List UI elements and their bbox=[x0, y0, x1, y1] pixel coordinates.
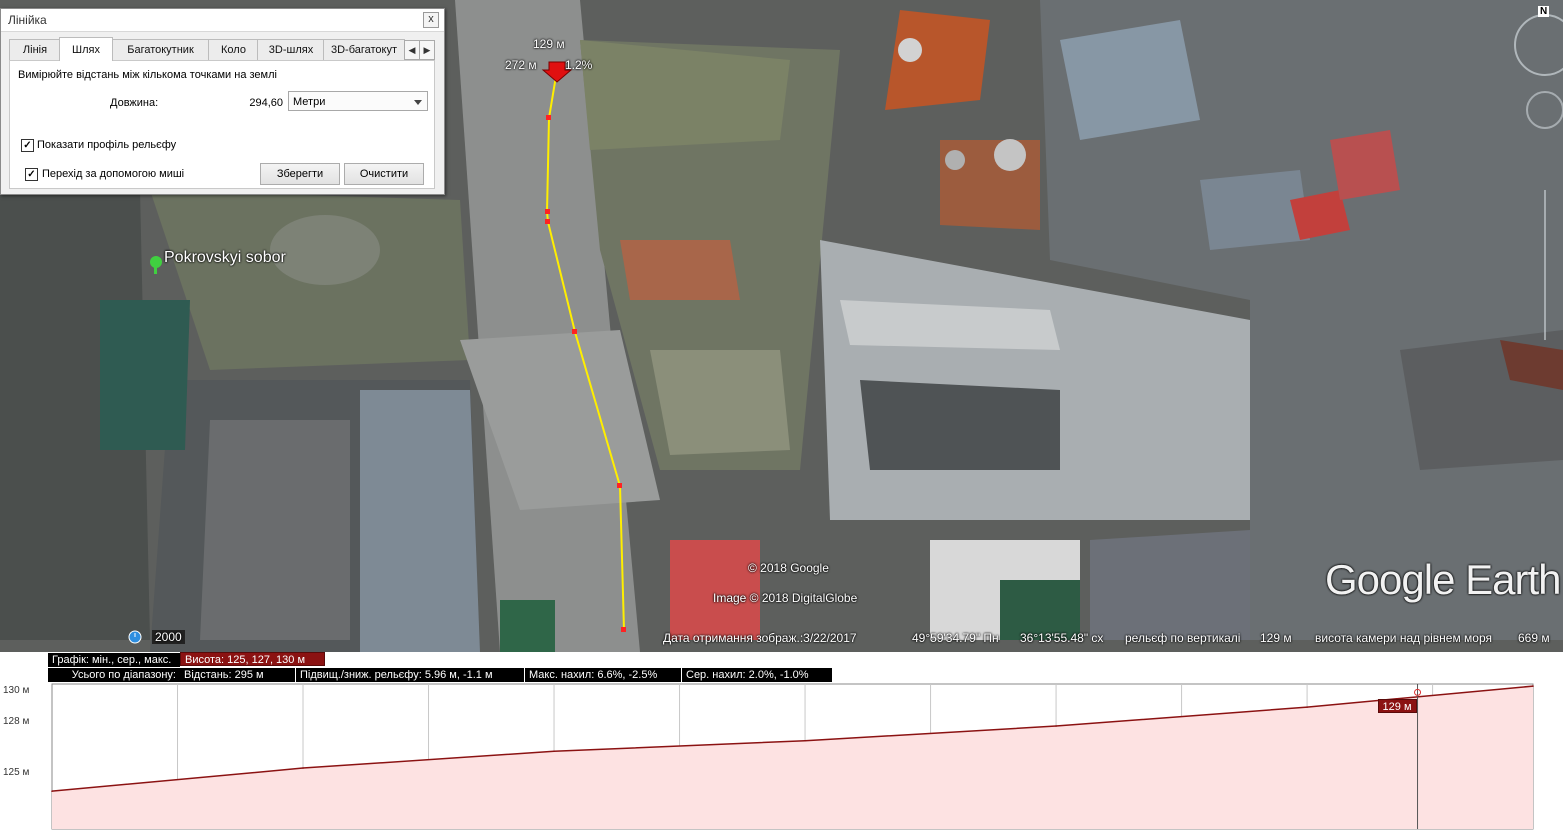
elevation-point bbox=[804, 739, 806, 742]
elevation-value: 129 м bbox=[1260, 631, 1292, 645]
unit-select-value: Метри bbox=[293, 96, 326, 108]
compass-north-icon[interactable]: N bbox=[1538, 6, 1550, 17]
elevation-point bbox=[1306, 706, 1308, 708]
latitude: 49°59'34.79" Пн bbox=[912, 631, 999, 645]
tab-scroll-right-icon[interactable]: ▶ bbox=[419, 40, 435, 60]
elevation-profile-chart[interactable] bbox=[0, 652, 1563, 833]
unit-select[interactable]: Метри bbox=[288, 91, 428, 111]
elevation-point bbox=[51, 790, 53, 792]
copyright-imagery: Image © 2018 DigitalGlobe bbox=[713, 591, 858, 605]
tab-circle[interactable]: Коло bbox=[208, 39, 259, 61]
show-profile-label[interactable]: Показати профіль рельєфу bbox=[37, 139, 176, 151]
elevation-point bbox=[1532, 685, 1534, 687]
length-label: Довжина: bbox=[110, 97, 159, 109]
copyright-google: © 2018 Google bbox=[748, 561, 829, 575]
elevation-point bbox=[1055, 725, 1057, 727]
historical-imagery-year[interactable]: 2000 bbox=[152, 630, 185, 644]
save-button[interactable]: Зберегти bbox=[260, 163, 340, 185]
elevation-point bbox=[302, 767, 304, 769]
ruler-description: Вимірюйте відстань між кількома точками … bbox=[18, 69, 277, 81]
imagery-date: Дата отримання зображ.:3/22/2017 bbox=[663, 631, 857, 645]
tab-3d-polygon[interactable]: 3D-багатокут bbox=[323, 39, 405, 61]
length-value: 294,60 bbox=[249, 97, 283, 109]
tab-line[interactable]: Лінія bbox=[9, 39, 61, 61]
show-profile-checkbox[interactable]: ✓ bbox=[21, 139, 34, 152]
tab-scroll-left-icon[interactable]: ◀ bbox=[404, 40, 420, 60]
elevation-label: рельєф по вертикалі bbox=[1125, 631, 1241, 645]
tab-polygon[interactable]: Багатокутник bbox=[111, 39, 210, 61]
ruler-tabs: Лінія Шлях Багатокутник Коло 3D-шлях 3D-… bbox=[9, 37, 435, 61]
close-button[interactable]: x bbox=[423, 12, 439, 28]
ruler-dialog: Лінійка x Лінія Шлях Багатокутник Коло 3… bbox=[0, 8, 445, 195]
longitude: 36°13'55.48" сх bbox=[1020, 631, 1104, 645]
tab-path[interactable]: Шлях bbox=[59, 37, 113, 61]
elevation-profile-panel: Графік: мін., сер., макс. Висота: 125, 1… bbox=[0, 652, 1563, 833]
mouse-nav-checkbox[interactable]: ✓ bbox=[25, 168, 38, 181]
eye-alt-label: висота камери над рівнем моря bbox=[1315, 631, 1493, 645]
tooltip-slope: 1.2% bbox=[565, 58, 593, 72]
tooltip-elevation: 129 м bbox=[533, 37, 565, 51]
google-earth-logo: Google Earth bbox=[1325, 556, 1561, 603]
ruler-title: Лінійка bbox=[8, 13, 47, 27]
placemark-label[interactable]: Pokrovskyi sobor bbox=[164, 249, 286, 267]
ruler-panel: Вимірюйте відстань між кількома точками … bbox=[9, 60, 435, 189]
chevron-down-icon bbox=[414, 100, 422, 105]
mouse-nav-label[interactable]: Перехід за допомогою миші bbox=[42, 168, 184, 180]
elevation-point bbox=[553, 750, 555, 753]
profile-cursor-label: 129 м bbox=[1377, 699, 1417, 713]
tooltip-distance: 272 м bbox=[505, 58, 537, 72]
eye-alt-value: 669 м bbox=[1518, 631, 1550, 645]
ruler-titlebar[interactable]: Лінійка x bbox=[1, 9, 444, 32]
tab-3d-path[interactable]: 3D-шлях bbox=[257, 39, 325, 61]
clear-button[interactable]: Очистити bbox=[344, 163, 424, 185]
